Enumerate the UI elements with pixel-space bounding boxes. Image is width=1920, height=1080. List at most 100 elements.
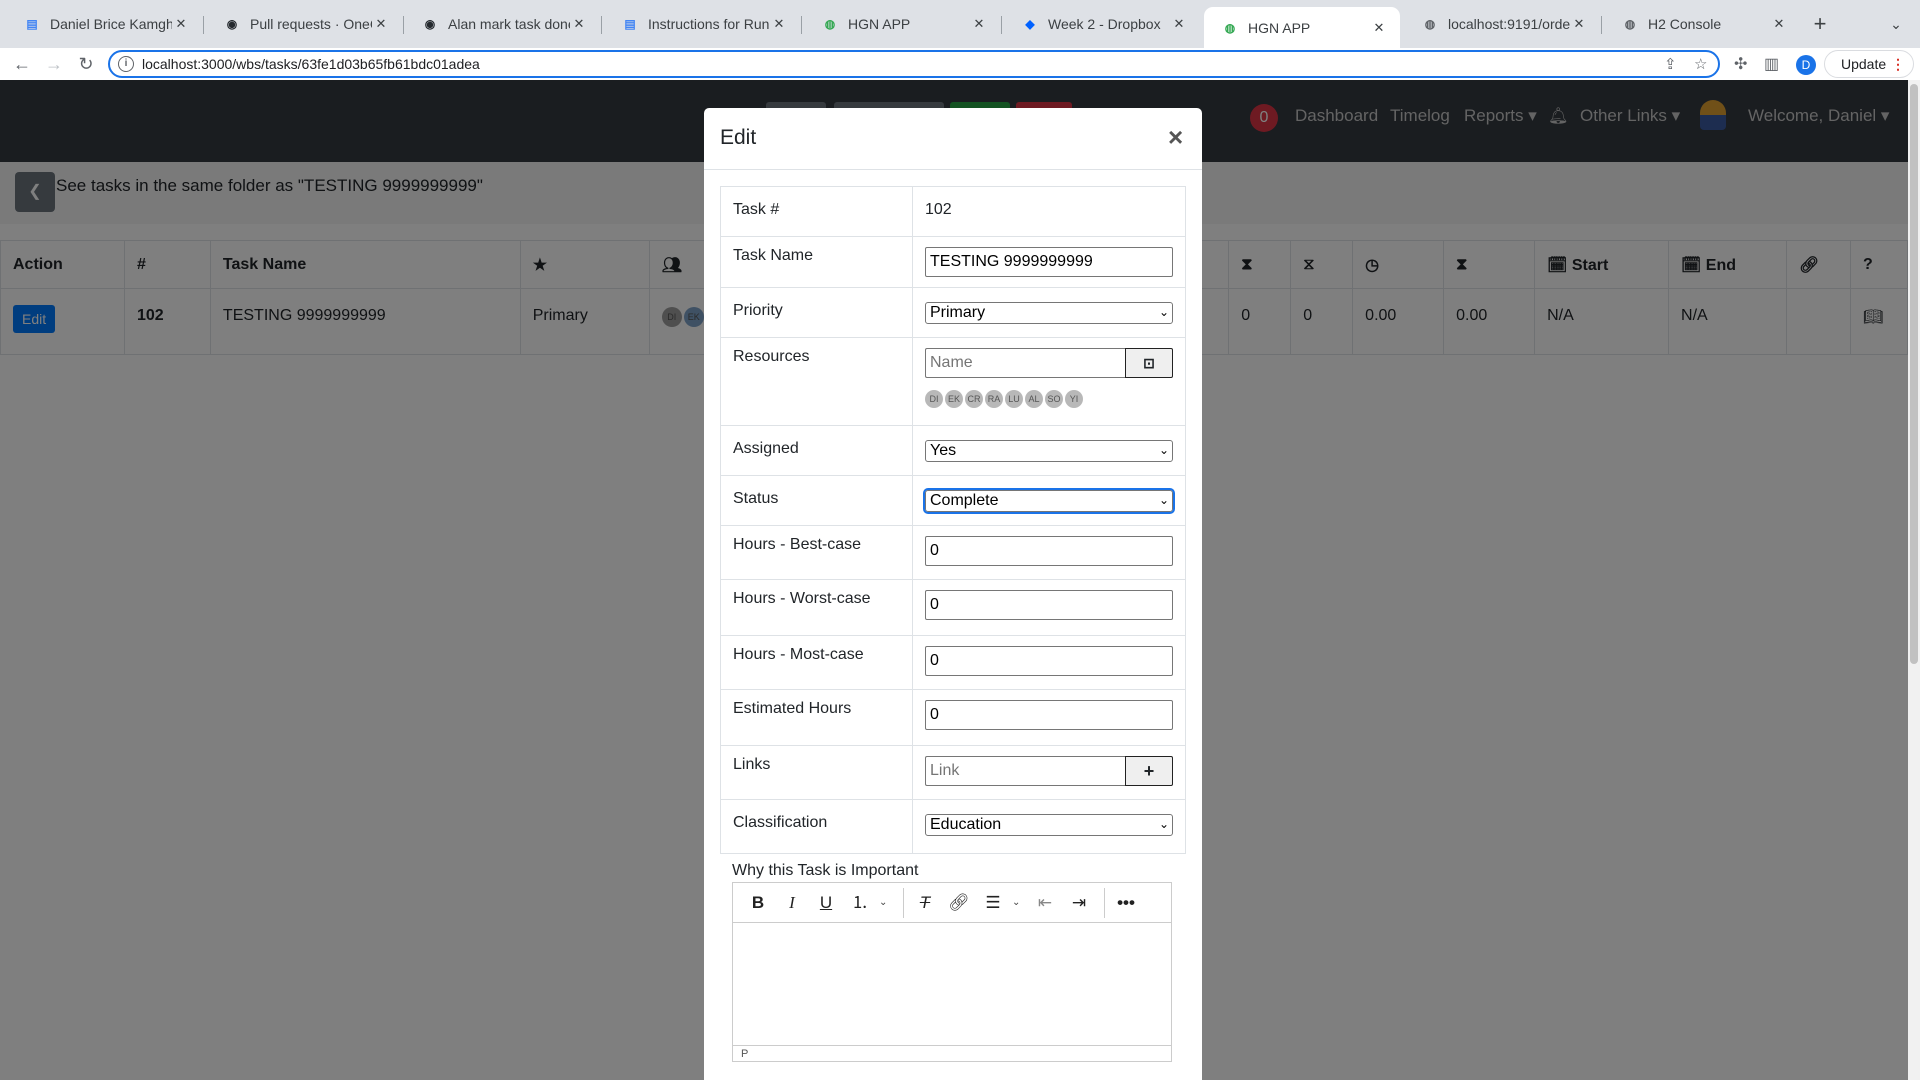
form-row-estimated: Estimated Hours 0 xyxy=(720,689,1186,746)
tab-title: Instructions for Running xyxy=(648,16,770,32)
resource-avatar[interactable]: DI xyxy=(925,390,943,408)
worst-case-label: Hours - Worst-case xyxy=(720,579,913,636)
italic-icon[interactable]: I xyxy=(777,888,807,918)
tab-close-icon[interactable]: ✕ xyxy=(770,16,788,32)
docs-icon: ▤ xyxy=(624,17,636,31)
update-button[interactable]: Update ⋮ xyxy=(1824,50,1914,78)
resource-avatar[interactable]: YI xyxy=(1065,390,1083,408)
estimated-hours-input[interactable]: 0 xyxy=(925,700,1173,730)
task-number-label: Task # xyxy=(720,186,913,237)
scrollbar-thumb[interactable] xyxy=(1910,84,1918,664)
assigned-select[interactable]: Yes ⌄ xyxy=(925,440,1173,462)
back-arrow-icon[interactable]: ← xyxy=(8,48,36,80)
bookmark-star-icon[interactable]: ☆ xyxy=(1694,55,1707,73)
priority-label: Priority xyxy=(720,287,913,338)
github-icon: ◉ xyxy=(424,17,436,31)
tab-separator xyxy=(801,16,802,34)
form-row-most-case: Hours - Most-case 0 xyxy=(720,635,1186,690)
tab-title: Pull requests · OneCom xyxy=(250,16,372,32)
github-icon: ◉ xyxy=(226,17,238,31)
resource-avatar[interactable]: AL xyxy=(1025,390,1043,408)
edit-task-modal: Edit × Task # 102 Task Name TESTING 9999… xyxy=(704,108,1202,1080)
new-tab-button[interactable]: + xyxy=(1806,10,1834,38)
tab-close-icon[interactable]: ✕ xyxy=(1770,16,1788,32)
resource-avatar[interactable]: SO xyxy=(1045,390,1063,408)
status-select[interactable]: Complete ⌄ xyxy=(923,488,1175,514)
resource-avatar[interactable]: CR xyxy=(965,390,983,408)
link-icon[interactable]: 🔗︎ xyxy=(944,888,974,918)
share-icon[interactable]: ⇪ xyxy=(1664,55,1677,73)
tab-title: Week 2 - Dropbox xyxy=(1048,16,1161,32)
clear-format-icon[interactable]: T xyxy=(910,888,940,918)
tab-title: HGN APP xyxy=(848,16,911,32)
resource-avatar[interactable]: LU xyxy=(1005,390,1023,408)
browser-toolbar: ← → ↻ i localhost:3000/wbs/tasks/63fe1d0… xyxy=(0,48,1920,80)
bullet-list-icon[interactable]: ☰ xyxy=(978,888,1008,918)
browser-tab[interactable]: ◉ Alan mark task done da✕ xyxy=(404,7,600,41)
site-info-icon[interactable]: i xyxy=(118,56,134,72)
outdent-icon[interactable]: ⇤ xyxy=(1030,888,1060,918)
bold-icon[interactable]: B xyxy=(743,888,773,918)
chevron-down-icon[interactable]: ⌄ xyxy=(1012,897,1024,908)
editor-status-path: P xyxy=(733,1045,1171,1063)
tab-close-icon[interactable]: ✕ xyxy=(172,16,190,32)
edit-form-table: Task # 102 Task Name TESTING 9999999999 … xyxy=(720,186,1186,854)
worst-case-input[interactable]: 0 xyxy=(925,590,1173,620)
address-bar[interactable]: i localhost:3000/wbs/tasks/63fe1d03b65fb… xyxy=(108,50,1720,78)
tab-separator xyxy=(1601,16,1602,34)
browser-tab[interactable]: ▤ Daniel Brice Kamghem I✕ xyxy=(6,7,202,41)
browser-tab[interactable]: ◍ localhost:9191/orders ✕ xyxy=(1404,7,1600,41)
best-case-input[interactable]: 0 xyxy=(925,536,1173,566)
form-row-task-number: Task # 102 xyxy=(720,186,1186,237)
browser-tab[interactable]: ◉ Pull requests · OneCom✕ xyxy=(206,7,402,41)
browser-tab[interactable]: ◍ HGN APP ✕ xyxy=(1204,7,1400,48)
underline-icon[interactable]: U xyxy=(811,888,841,918)
task-name-input[interactable]: TESTING 9999999999 xyxy=(925,247,1173,277)
resource-avatar[interactable]: RA xyxy=(985,390,1003,408)
tab-close-icon[interactable]: ✕ xyxy=(970,16,988,32)
link-input[interactable]: Link xyxy=(925,756,1125,786)
tab-close-icon[interactable]: ✕ xyxy=(1570,16,1588,32)
browser-tab[interactable]: ◍ H2 Console ✕ xyxy=(1604,7,1800,41)
forward-arrow-icon[interactable]: → xyxy=(40,48,68,80)
tab-search-icon[interactable]: ⌄ xyxy=(1882,10,1910,38)
tab-title: H2 Console xyxy=(1648,16,1722,32)
tab-title: HGN APP xyxy=(1248,19,1311,36)
why-important-label: Why this Task is Important xyxy=(732,862,919,879)
tab-close-icon[interactable]: ✕ xyxy=(372,16,390,32)
modal-title: Edit xyxy=(720,126,757,149)
resource-avatar[interactable]: EK xyxy=(945,390,963,408)
reload-icon[interactable]: ↻ xyxy=(72,48,100,80)
tab-close-icon[interactable]: ✕ xyxy=(570,16,588,32)
side-panel-icon[interactable]: ▥ xyxy=(1764,54,1779,74)
resource-name-input[interactable]: Name xyxy=(925,348,1125,378)
tab-title: localhost:9191/orders xyxy=(1448,16,1570,32)
toolbar-divider xyxy=(903,887,904,918)
chevron-down-icon: ⌄ xyxy=(1158,305,1169,319)
more-horizontal-icon[interactable]: ••• xyxy=(1111,888,1141,918)
page-scrollbar[interactable] xyxy=(1908,80,1920,1080)
profile-avatar[interactable]: D xyxy=(1796,55,1816,75)
chevron-down-icon[interactable]: ⌄ xyxy=(879,897,891,908)
form-row-assigned: Assigned Yes ⌄ xyxy=(720,425,1186,476)
browser-tab[interactable]: ▤ Instructions for Running✕ xyxy=(604,7,800,41)
more-menu-icon: ⋮ xyxy=(1891,56,1905,72)
priority-select[interactable]: Primary ⌄ xyxy=(925,302,1173,324)
tab-title: Alan mark task done da xyxy=(448,16,570,32)
most-case-input[interactable]: 0 xyxy=(925,646,1173,676)
browser-tab[interactable]: ◍ HGN APP ✕ xyxy=(804,7,1000,41)
form-row-worst-case: Hours - Worst-case 0 xyxy=(720,579,1186,636)
globe-icon: ◍ xyxy=(824,17,836,31)
indent-icon[interactable]: ⇥ xyxy=(1064,888,1094,918)
add-link-plus-icon[interactable]: + xyxy=(1125,756,1173,786)
most-case-label: Hours - Most-case xyxy=(720,635,913,690)
browser-tab[interactable]: ◆ Week 2 - Dropbox ✕ xyxy=(1004,7,1200,41)
editor-content-area[interactable] xyxy=(733,923,1171,1045)
classification-select[interactable]: Education ⌄ xyxy=(925,814,1173,836)
tab-close-icon[interactable]: ✕ xyxy=(1370,20,1388,36)
tab-close-icon[interactable]: ✕ xyxy=(1170,16,1188,32)
numbered-list-icon[interactable]: ⒈ xyxy=(845,888,875,918)
close-icon[interactable]: × xyxy=(1168,122,1183,153)
resource-dropdown-icon[interactable]: ⊡ xyxy=(1125,348,1173,378)
extensions-puzzle-icon[interactable]: ✣ xyxy=(1734,54,1747,74)
